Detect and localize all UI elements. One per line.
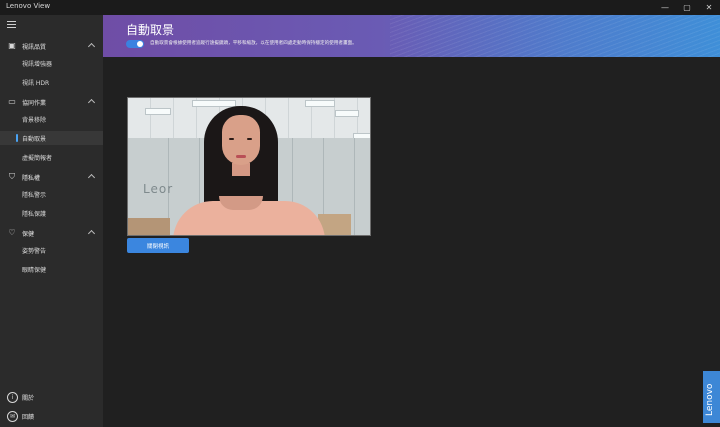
- sidebar-item-feedback[interactable]: ✉ 回饋: [0, 408, 103, 424]
- info-icon: i: [7, 392, 18, 403]
- window-controls: — ▢ ✕: [654, 0, 720, 15]
- title-bar: Lenovo View — ▢ ✕: [0, 0, 720, 15]
- privacy-icon: ⛉: [9, 172, 15, 181]
- sidebar-item-label: 姿勢警告: [22, 248, 47, 255]
- sidebar-item-label: 虛擬簡報者: [22, 155, 53, 162]
- section-collaboration[interactable]: ▭ 協同作業: [0, 94, 103, 110]
- sidebar-item-label: 背景移除: [22, 117, 47, 124]
- banner-pattern: [390, 15, 720, 57]
- video-quality-icon: ▣: [8, 41, 16, 50]
- sidebar-item-auto-framing[interactable]: 自動取景: [0, 131, 103, 145]
- sidebar-item-background-removal[interactable]: 背景移除: [0, 112, 103, 126]
- person-mouth: [236, 155, 246, 158]
- sidebar-item-privacy-alert[interactable]: 隱私警示: [0, 187, 103, 201]
- section-label: 保健: [22, 231, 35, 238]
- header-banner: 自動取景 自動取景會根據使用者追蹤行遠擬鏡頭，平移和縮放，以在使用者四處走動時保…: [103, 15, 720, 57]
- toggle-knob: [137, 41, 143, 47]
- lenovo-logo: Lenovo: [703, 371, 720, 423]
- ceiling-light: [192, 100, 236, 107]
- person-eye: [247, 138, 252, 140]
- camera-preview: Leor: [127, 97, 371, 236]
- page-title: 自動取景: [126, 23, 175, 37]
- menu-icon[interactable]: [7, 21, 16, 30]
- section-label: 視訊品質: [22, 44, 47, 51]
- sidebar-item-eye-care[interactable]: 眼睛保健: [0, 262, 103, 276]
- active-indicator: [16, 134, 18, 142]
- close-button[interactable]: ✕: [698, 0, 720, 15]
- collaboration-icon: ▭: [8, 97, 16, 106]
- chevron-up-icon: [87, 229, 96, 238]
- cardboard-box: [128, 218, 170, 235]
- sidebar-item-label: 視訊 HDR: [22, 80, 50, 87]
- chevron-up-icon: [87, 42, 96, 51]
- sidebar-item-label: 關於: [22, 395, 35, 402]
- section-privacy[interactable]: ⛉ 隱私權: [0, 169, 103, 185]
- wall-logo: Leor: [143, 182, 174, 196]
- minimize-button[interactable]: —: [654, 0, 676, 15]
- sidebar-item-virtual-presenter[interactable]: 虛擬簡報者: [0, 150, 103, 164]
- ceiling-light: [145, 108, 171, 115]
- turn-off-video-button[interactable]: 關閉視訊: [127, 238, 189, 253]
- section-health[interactable]: ♡ 保健: [0, 225, 103, 241]
- health-icon: ♡: [8, 228, 16, 237]
- chevron-up-icon: [87, 98, 96, 107]
- sidebar-item-video-enhancer[interactable]: 視訊增強器: [0, 56, 103, 70]
- feedback-icon: ✉: [7, 411, 18, 422]
- person-eye: [229, 138, 234, 140]
- sidebar-item-label: 自動取景: [22, 136, 47, 143]
- auto-framing-toggle[interactable]: [126, 40, 144, 48]
- ceiling-light: [335, 110, 359, 117]
- sidebar-item-privacy-guard[interactable]: 隱私保護: [0, 206, 103, 220]
- sidebar-item-posture-warning[interactable]: 姿勢警告: [0, 243, 103, 257]
- sidebar-item-label: 隱私保護: [22, 211, 47, 218]
- sidebar-item-label: 眼睛保健: [22, 267, 47, 274]
- chevron-up-icon: [87, 173, 96, 182]
- sidebar-item-label: 視訊增強器: [22, 61, 53, 68]
- section-label: 隱私權: [22, 175, 41, 182]
- feature-description: 自動取景會根據使用者追蹤行遠擬鏡頭，平移和縮放，以在使用者四處走動時保持穩定的使…: [150, 41, 357, 46]
- app-title: Lenovo View: [6, 2, 51, 10]
- maximize-button[interactable]: ▢: [676, 0, 698, 15]
- section-video-quality[interactable]: ▣ 視訊品質: [0, 38, 103, 54]
- sidebar: ▣ 視訊品質 視訊增強器 視訊 HDR ▭ 協同作業 背景移除 自動取景 虛擬簡…: [0, 15, 103, 427]
- sidebar-item-label: 回饋: [22, 414, 35, 421]
- sidebar-item-video-hdr[interactable]: 視訊 HDR: [0, 75, 103, 89]
- sidebar-item-label: 隱私警示: [22, 192, 47, 199]
- brand-text: Lenovo: [705, 383, 715, 416]
- sidebar-item-about[interactable]: i 關於: [0, 389, 103, 405]
- section-label: 協同作業: [22, 100, 47, 107]
- ceiling-light: [305, 100, 335, 107]
